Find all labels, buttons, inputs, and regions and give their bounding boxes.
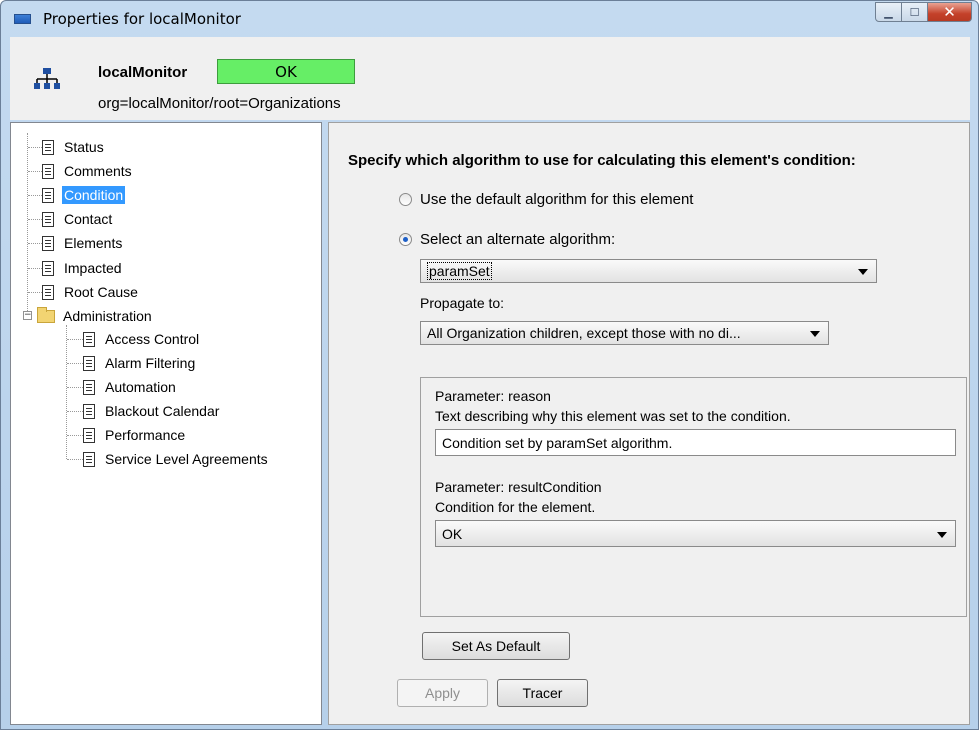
param-reason-description: Text describing why this element was set…: [435, 408, 791, 424]
element-name: localMonitor: [98, 64, 188, 81]
document-icon: [42, 284, 54, 300]
tree-item-comments[interactable]: Comments: [42, 161, 134, 181]
properties-window: Properties for localMonitor ▁ ☐ ✕ localM…: [0, 0, 979, 730]
tree-item-service-level-agreements[interactable]: Service Level Agreements: [83, 449, 270, 469]
tree-item-automation[interactable]: Automation: [83, 377, 178, 397]
radio-default-algorithm[interactable]: Use the default algorithm for this eleme…: [399, 191, 693, 208]
tree-item-label: Performance: [105, 427, 186, 443]
tree-item-label: Service Level Agreements: [105, 451, 268, 467]
document-icon: [83, 451, 95, 467]
tree-item-alarm-filtering[interactable]: Alarm Filtering: [83, 353, 197, 373]
set-as-default-button[interactable]: Set As Default: [422, 632, 570, 660]
document-icon: [42, 235, 54, 251]
tree-item-administration[interactable]: Administration: [37, 306, 154, 326]
window-title: Properties for localMonitor: [43, 10, 241, 28]
tree-item-label: Automation: [105, 379, 176, 395]
tree-item-condition[interactable]: Condition: [42, 185, 126, 205]
organization-icon: [34, 68, 60, 89]
tree-item-performance[interactable]: Performance: [83, 425, 187, 445]
element-path: org=localMonitor/root=Organizations: [98, 95, 341, 112]
chevron-down-icon: [937, 532, 947, 538]
tree-item-label: Access Control: [105, 331, 200, 347]
result-condition-selected-value: OK: [442, 525, 463, 542]
maximize-button[interactable]: ☐: [902, 2, 928, 22]
folder-icon: [37, 306, 55, 323]
document-icon: [83, 331, 95, 347]
condition-panel: Specify which algorithm to use for calcu…: [328, 122, 970, 725]
title-bar[interactable]: Properties for localMonitor ▁ ☐ ✕: [1, 1, 978, 37]
param-reason-input[interactable]: Condition set by paramSet algorithm.: [435, 429, 956, 456]
minimize-button[interactable]: ▁: [875, 2, 902, 22]
tree-item-label: Impacted: [64, 260, 122, 276]
radio-alternate-label: Select an alternate algorithm:: [420, 231, 616, 248]
close-icon: ✕: [943, 3, 956, 21]
param-resultcondition-description: Condition for the element.: [435, 499, 596, 515]
minimize-icon: ▁: [884, 5, 893, 19]
collapse-expander-icon[interactable]: −: [23, 311, 32, 320]
tree-item-label: Elements: [64, 235, 123, 251]
param-resultcondition-title: Parameter: resultCondition: [435, 479, 602, 495]
tree-item-root-cause[interactable]: Root Cause: [42, 282, 140, 302]
document-icon: [83, 403, 95, 419]
element-header: localMonitor OK org=localMonitor/root=Or…: [10, 37, 970, 120]
navigation-tree: Status Comments Condition Contact Elemen…: [10, 122, 322, 725]
tree-item-label: Root Cause: [64, 284, 138, 300]
tree-item-blackout-calendar[interactable]: Blackout Calendar: [83, 401, 221, 421]
document-icon: [42, 260, 54, 276]
tree-item-label: Condition: [62, 186, 126, 204]
close-button[interactable]: ✕: [928, 2, 972, 22]
apply-button[interactable]: Apply: [397, 679, 488, 707]
propagate-label: Propagate to:: [420, 295, 505, 311]
radio-default-label: Use the default algorithm for this eleme…: [420, 191, 694, 208]
maximize-icon: ☐: [909, 5, 920, 19]
tree-item-label: Contact: [64, 211, 113, 227]
tracer-button[interactable]: Tracer: [497, 679, 588, 707]
tree-item-label: Alarm Filtering: [105, 355, 196, 371]
parameters-box: Parameter: reason Text describing why th…: [420, 377, 967, 617]
tree-item-status[interactable]: Status: [42, 137, 106, 157]
tree-item-label: Administration: [63, 308, 152, 324]
tree-item-label: Status: [64, 139, 104, 155]
algorithm-selected-value: paramSet: [427, 262, 492, 280]
document-icon: [42, 139, 54, 155]
tree-item-label: Blackout Calendar: [105, 403, 220, 419]
propagate-selected-value: All Organization children, except those …: [427, 325, 741, 341]
tree-item-elements[interactable]: Elements: [42, 233, 124, 253]
tree-item-label: Comments: [64, 163, 132, 179]
chevron-down-icon: [810, 331, 820, 337]
condition-heading: Specify which algorithm to use for calcu…: [348, 152, 856, 169]
param-reason-title: Parameter: reason: [435, 388, 551, 404]
radio-alternate-algorithm[interactable]: Select an alternate algorithm:: [399, 231, 615, 248]
document-icon: [83, 355, 95, 371]
algorithm-select[interactable]: paramSet: [420, 259, 877, 283]
chevron-down-icon: [858, 269, 868, 275]
tree-item-access-control[interactable]: Access Control: [83, 329, 201, 349]
document-icon: [42, 187, 54, 203]
result-condition-select[interactable]: OK: [435, 520, 956, 547]
tree-item-contact[interactable]: Contact: [42, 209, 114, 229]
propagate-select[interactable]: All Organization children, except those …: [420, 321, 829, 345]
document-icon: [42, 163, 54, 179]
radio-button-checked-icon[interactable]: [399, 233, 412, 246]
status-badge: OK: [217, 59, 355, 84]
document-icon: [83, 379, 95, 395]
tree-item-impacted[interactable]: Impacted: [42, 258, 124, 278]
window-icon: [14, 14, 31, 24]
document-icon: [83, 427, 95, 443]
radio-button-icon[interactable]: [399, 193, 412, 206]
document-icon: [42, 211, 54, 227]
